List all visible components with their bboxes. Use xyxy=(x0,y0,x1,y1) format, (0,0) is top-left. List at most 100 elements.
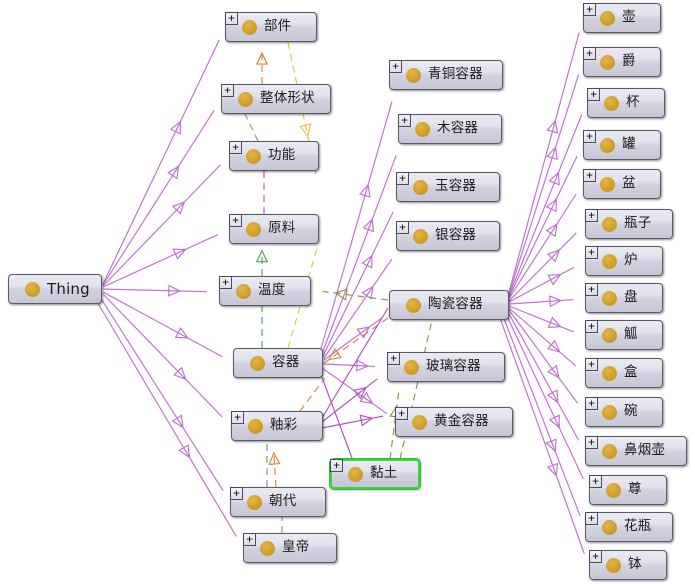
graph-node-hu1[interactable]: + 壶 xyxy=(583,3,661,33)
graph-node-murongqi[interactable]: + 木容器 xyxy=(398,114,502,144)
expand-plus-icon[interactable]: + xyxy=(230,487,243,500)
graph-node-gongneng[interactable]: + 功能 xyxy=(229,141,319,171)
node-label: 壶 xyxy=(622,9,636,26)
class-circle-icon xyxy=(413,228,428,244)
node-label: 部件 xyxy=(264,18,292,35)
graph-node-guan[interactable]: + 罐 xyxy=(583,130,661,160)
ontology-graph-canvas[interactable]: Thing + 部件 + 整体形状 + 功能 + 原料 + 温度 容器 + 釉彩 + 朝代 + 皇帝 + 青铜容器 + 木… xyxy=(0,0,695,584)
expand-plus-glyph: + xyxy=(588,319,595,333)
class-circle-icon xyxy=(600,137,615,153)
expand-plus-icon[interactable]: + xyxy=(585,283,598,296)
expand-plus-icon[interactable]: + xyxy=(585,358,598,371)
expand-plus-glyph: + xyxy=(586,168,593,182)
node-label: 尊 xyxy=(628,481,642,498)
node-label: 罐 xyxy=(622,136,636,153)
graph-node-yurongqi[interactable]: + 玉容器 xyxy=(396,172,500,202)
expand-plus-icon[interactable]: + xyxy=(225,12,238,25)
expand-plus-icon[interactable]: + xyxy=(583,169,596,182)
graph-node-wan[interactable]: + 碗 xyxy=(585,397,663,427)
graph-node-chaodai[interactable]: + 朝代 xyxy=(230,487,326,517)
node-label: 盘 xyxy=(624,289,638,306)
node-label: 功能 xyxy=(268,147,296,164)
expand-plus-icon[interactable]: + xyxy=(221,84,234,97)
graph-node-niantu[interactable]: + 黏土 xyxy=(330,459,420,489)
expand-plus-icon[interactable]: + xyxy=(585,320,598,333)
expand-plus-icon[interactable]: + xyxy=(396,172,409,185)
graph-node-lu[interactable]: + 炉 xyxy=(585,246,663,276)
expand-plus-glyph: + xyxy=(586,46,593,60)
graph-node-thing[interactable]: Thing xyxy=(8,274,102,304)
expand-plus-glyph: + xyxy=(401,113,408,127)
class-circle-icon xyxy=(600,54,615,70)
graph-node-wendu[interactable]: + 温度 xyxy=(219,276,311,306)
expand-plus-icon[interactable]: + xyxy=(396,221,409,234)
expand-plus-icon[interactable]: + xyxy=(587,88,600,101)
graph-node-rongqi[interactable]: 容器 xyxy=(233,348,323,378)
graph-node-qingtong[interactable]: + 青铜容器 xyxy=(389,60,503,90)
expand-plus-icon[interactable]: + xyxy=(229,141,242,154)
expand-plus-glyph: + xyxy=(398,406,405,420)
expand-plus-icon[interactable]: + xyxy=(231,411,244,424)
expand-plus-glyph: + xyxy=(588,357,595,371)
graph-node-huangdi[interactable]: + 皇帝 xyxy=(243,533,337,563)
graph-node-bei[interactable]: + 杯 xyxy=(587,88,665,118)
expand-plus-icon[interactable]: + xyxy=(219,276,232,289)
graph-node-zhengti[interactable]: + 整体形状 xyxy=(221,84,331,114)
node-label: 木容器 xyxy=(437,120,479,137)
graph-node-he[interactable]: + 盒 xyxy=(585,358,663,388)
expand-plus-icon[interactable]: + xyxy=(589,475,602,488)
expand-plus-icon[interactable]: + xyxy=(389,60,402,73)
expand-plus-glyph: + xyxy=(399,171,406,185)
node-label: Thing xyxy=(47,279,90,298)
graph-node-bujian[interactable]: + 部件 xyxy=(225,12,317,42)
expand-plus-glyph: + xyxy=(586,129,593,143)
graph-node-youcai[interactable]: + 釉彩 xyxy=(231,411,323,441)
class-circle-icon xyxy=(246,221,261,237)
node-label: 碗 xyxy=(624,403,638,420)
node-label: 黏土 xyxy=(370,465,398,482)
class-circle-icon xyxy=(415,121,430,137)
class-circle-icon xyxy=(406,67,421,83)
expand-plus-glyph: + xyxy=(392,59,399,73)
expand-plus-icon[interactable]: + xyxy=(229,214,242,227)
expand-plus-icon[interactable]: + xyxy=(589,550,602,563)
expand-plus-icon[interactable]: + xyxy=(585,397,598,410)
graph-node-yinrongqi[interactable]: + 银容器 xyxy=(396,221,500,251)
node-label: 炉 xyxy=(624,252,638,269)
expand-plus-icon[interactable]: + xyxy=(398,114,411,127)
class-circle-icon xyxy=(25,281,40,297)
expand-plus-icon[interactable]: + xyxy=(583,3,596,16)
expand-plus-icon[interactable]: + xyxy=(243,533,256,546)
node-label: 青铜容器 xyxy=(428,66,483,83)
expand-plus-icon[interactable]: + xyxy=(583,47,596,60)
graph-node-huangjin[interactable]: + 黄金容器 xyxy=(395,407,513,437)
graph-node-pen[interactable]: + 盆 xyxy=(583,169,661,199)
graph-node-pingzi[interactable]: + 瓶子 xyxy=(585,209,673,239)
graph-node-biyanhu[interactable]: + 鼻烟壶 xyxy=(585,436,687,466)
graph-node-huaping[interactable]: + 花瓶 xyxy=(585,512,673,542)
expand-plus-glyph: + xyxy=(234,410,241,424)
graph-node-yuanliao[interactable]: + 原料 xyxy=(229,214,319,244)
graph-node-bo[interactable]: + 钵 xyxy=(589,550,667,580)
graph-node-taoci[interactable]: 陶瓷容器 xyxy=(389,290,509,320)
class-circle-icon xyxy=(236,283,251,299)
expand-plus-icon[interactable]: + xyxy=(330,459,343,472)
expand-plus-icon[interactable]: + xyxy=(585,436,598,449)
expand-plus-glyph: + xyxy=(246,532,253,546)
graph-node-gu[interactable]: + 觚 xyxy=(585,320,663,350)
graph-node-boli[interactable]: + 玻璃容器 xyxy=(387,352,505,382)
node-label: 黄金容器 xyxy=(434,413,489,430)
expand-plus-icon[interactable]: + xyxy=(585,512,598,525)
node-label: 皇帝 xyxy=(282,539,310,556)
expand-plus-icon[interactable]: + xyxy=(387,352,400,365)
expand-plus-icon[interactable]: + xyxy=(395,407,408,420)
expand-plus-icon[interactable]: + xyxy=(585,209,598,222)
expand-plus-icon[interactable]: + xyxy=(583,130,596,143)
class-circle-icon xyxy=(413,179,428,195)
class-circle-icon xyxy=(602,404,617,420)
expand-plus-icon[interactable]: + xyxy=(585,246,598,259)
graph-node-zun[interactable]: + 尊 xyxy=(589,475,667,505)
expand-plus-glyph: + xyxy=(588,282,595,296)
graph-node-jue[interactable]: + 爵 xyxy=(583,47,661,77)
graph-node-pan[interactable]: + 盘 xyxy=(585,283,663,313)
